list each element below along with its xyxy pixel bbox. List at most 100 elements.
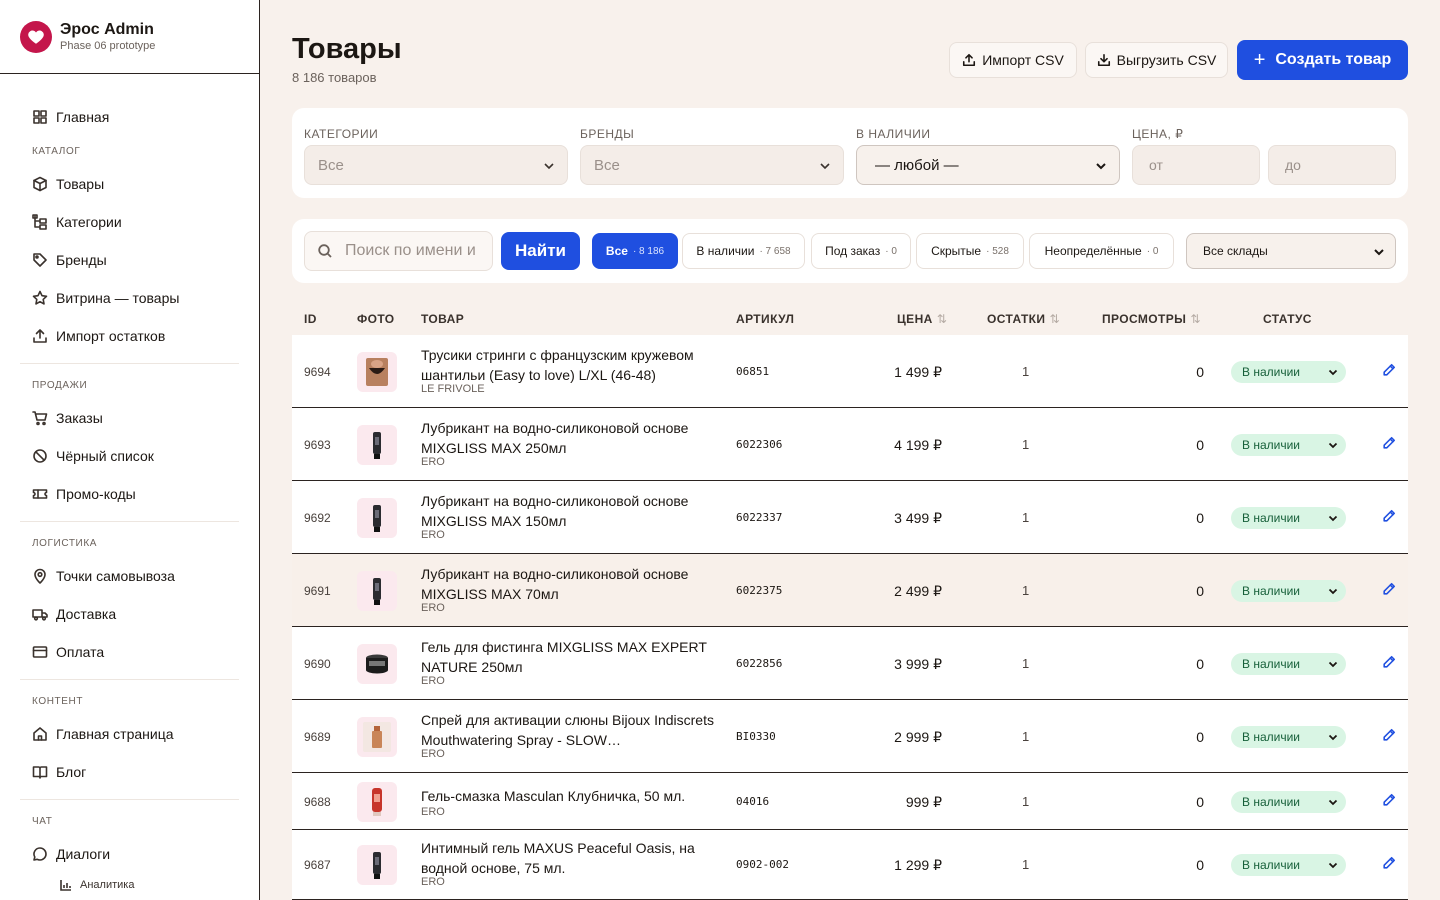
product-name[interactable]: Интимный гель MAXUS Peaceful Oasis, на в… bbox=[421, 838, 721, 878]
table-row[interactable]: 9691 Лубрикант на водно-силиконовой основ… bbox=[292, 554, 1408, 627]
status-select[interactable]: В наличии bbox=[1231, 433, 1346, 456]
table-row[interactable]: 9689 Спрей для активации слюны Bijoux Ind… bbox=[292, 700, 1408, 773]
sidebar-item-blacklist[interactable]: Чёрный список bbox=[20, 437, 239, 475]
categories-select[interactable]: Все bbox=[304, 145, 568, 185]
sidebar-item-products[interactable]: Товары bbox=[20, 165, 239, 203]
tab-in-stock[interactable]: В наличии · 7 658 bbox=[682, 233, 805, 269]
sidebar-item-promo[interactable]: Промо-коды bbox=[20, 475, 239, 513]
cart-icon bbox=[32, 411, 48, 426]
sidebar-item-label: Заказы bbox=[56, 410, 103, 426]
sidebar-item-delivery[interactable]: Доставка bbox=[20, 595, 239, 633]
price-from-input[interactable]: от bbox=[1132, 145, 1260, 185]
sidebar-item-dialogs[interactable]: Диалоги bbox=[20, 835, 239, 873]
product-name[interactable]: Гель-смазка Masculan Клубничка, 50 мл. bbox=[421, 786, 721, 806]
chevron-down-icon bbox=[1374, 249, 1384, 256]
status-value: В наличии bbox=[1242, 794, 1301, 809]
tab-on-order[interactable]: Под заказ · 0 bbox=[811, 233, 911, 269]
edit-product-button[interactable] bbox=[1382, 856, 1396, 870]
product-photo[interactable] bbox=[357, 497, 397, 538]
product-photo[interactable] bbox=[357, 643, 397, 684]
brands-select[interactable]: Все bbox=[580, 145, 844, 185]
sidebar-item-brands[interactable]: Бренды bbox=[20, 241, 239, 279]
product-photo[interactable] bbox=[357, 424, 397, 465]
sidebar: Эрос Admin Phase 06 prototype Главная КА… bbox=[0, 0, 260, 900]
col-price[interactable]: ЦЕНА ⇅ bbox=[897, 312, 947, 326]
product-stock: 1 bbox=[1022, 655, 1030, 671]
col-views-label: ПРОСМОТРЫ bbox=[1102, 312, 1187, 326]
sidebar-item-blog[interactable]: Блог bbox=[20, 753, 239, 791]
table-row[interactable]: 9690 Гель для фистинга MIXGLISS MAX EXPER… bbox=[292, 627, 1408, 700]
table-row[interactable]: 9692 Лубрикант на водно-силиконовой основ… bbox=[292, 481, 1408, 554]
ban-icon bbox=[33, 449, 47, 463]
product-photo[interactable] bbox=[357, 781, 397, 822]
export-csv-label: Выгрузить CSV bbox=[1116, 52, 1217, 68]
col-views[interactable]: ПРОСМОТРЫ ⇅ bbox=[1102, 312, 1201, 326]
status-select[interactable]: В наличии bbox=[1231, 360, 1346, 383]
col-stock[interactable]: ОСТАТКИ ⇅ bbox=[987, 312, 1060, 326]
product-sku: BI0330 bbox=[736, 729, 776, 743]
status-select[interactable]: В наличии bbox=[1231, 854, 1346, 876]
categories-select-value: Все bbox=[318, 156, 344, 174]
product-name[interactable]: Лубрикант на водно-силиконовой основе MI… bbox=[421, 418, 721, 458]
brand-subtitle: Phase 06 prototype bbox=[60, 39, 156, 52]
product-photo[interactable] bbox=[357, 570, 397, 611]
sidebar-subitem-analytics[interactable]: Аналитика bbox=[20, 873, 239, 897]
export-csv-button[interactable]: Выгрузить CSV bbox=[1085, 42, 1228, 78]
create-product-button[interactable]: + Создать товар bbox=[1237, 40, 1408, 80]
tab-undefined[interactable]: Неопределённые · 0 bbox=[1029, 233, 1174, 269]
product-name[interactable]: Гель для фистинга MIXGLISS MAX EXPERT NA… bbox=[421, 637, 721, 677]
sidebar-item-homepage[interactable]: Главная страница bbox=[20, 715, 239, 753]
status-select[interactable]: В наличии bbox=[1231, 725, 1346, 748]
stock-select-value: — любой — bbox=[875, 156, 959, 174]
edit-product-button[interactable] bbox=[1382, 793, 1396, 807]
product-name[interactable]: Лубрикант на водно-силиконовой основе MI… bbox=[421, 491, 721, 531]
status-select[interactable]: В наличии bbox=[1231, 579, 1346, 602]
status-select[interactable]: В наличии bbox=[1231, 506, 1346, 529]
edit-product-button[interactable] bbox=[1382, 728, 1396, 742]
tab-hidden[interactable]: Скрытые · 528 bbox=[916, 233, 1024, 269]
col-price-label: ЦЕНА bbox=[897, 312, 933, 326]
sidebar-item-orders[interactable]: Заказы bbox=[20, 399, 239, 437]
brand[interactable]: Эрос Admin Phase 06 prototype bbox=[0, 0, 259, 74]
product-views: 0 bbox=[1196, 582, 1204, 599]
product-id: 9689 bbox=[304, 729, 331, 744]
product-views: 0 bbox=[1196, 857, 1204, 873]
table-row[interactable]: 9693 Лубрикант на водно-силиконовой основ… bbox=[292, 408, 1408, 481]
pencil-icon bbox=[1383, 509, 1396, 522]
sidebar-item-showcase[interactable]: Витрина — товары bbox=[20, 279, 239, 317]
table-row[interactable]: 9687 Интимный гель MAXUS Peaceful Oasis, … bbox=[292, 830, 1408, 900]
product-id: 9688 bbox=[304, 794, 331, 809]
edit-product-button[interactable] bbox=[1382, 509, 1396, 523]
search-button[interactable]: Найти bbox=[501, 232, 580, 270]
product-photo[interactable] bbox=[357, 716, 397, 757]
import-csv-button[interactable]: Импорт CSV bbox=[949, 42, 1077, 78]
edit-product-button[interactable] bbox=[1382, 363, 1396, 377]
col-sku: АРТИКУЛ bbox=[736, 312, 795, 326]
product-photo[interactable] bbox=[357, 351, 397, 392]
product-name[interactable]: Лубрикант на водно-силиконовой основе MI… bbox=[421, 564, 721, 604]
status-select[interactable]: В наличии bbox=[1231, 652, 1346, 675]
dashboard-icon bbox=[33, 110, 47, 124]
sidebar-item-home[interactable]: Главная bbox=[20, 98, 239, 136]
table-row[interactable]: 9688 Гель-смазка Masculan Клубничка, 50 м… bbox=[292, 773, 1408, 830]
search-input[interactable]: Поиск по имени и bbox=[304, 231, 493, 271]
warehouse-select[interactable]: Все склады bbox=[1186, 233, 1396, 269]
product-name[interactable]: Спрей для активации слюны Bijoux Indiscr… bbox=[421, 710, 721, 750]
product-photo[interactable] bbox=[357, 845, 397, 885]
sidebar-item-stock-import[interactable]: Импорт остатков bbox=[20, 317, 239, 355]
edit-product-button[interactable] bbox=[1382, 582, 1396, 596]
status-select[interactable]: В наличии bbox=[1231, 790, 1346, 813]
edit-product-button[interactable] bbox=[1382, 436, 1396, 450]
stock-select[interactable]: — любой — bbox=[856, 145, 1120, 185]
price-to-input[interactable]: до bbox=[1268, 145, 1396, 185]
product-name[interactable]: Трусики стринги с французским кружевом ш… bbox=[421, 345, 721, 385]
sidebar-item-payment[interactable]: Оплата bbox=[20, 633, 239, 671]
table-row[interactable]: 9694 Трусики стринги с французским кружев… bbox=[292, 335, 1408, 408]
sidebar-item-pickup-points[interactable]: Точки самовывоза bbox=[20, 557, 239, 595]
edit-product-button[interactable] bbox=[1382, 655, 1396, 669]
sidebar-item-categories[interactable]: Категории bbox=[20, 203, 239, 241]
tab-all[interactable]: Все · 8 186 bbox=[592, 233, 678, 269]
product-views: 0 bbox=[1196, 728, 1204, 745]
product-stock: 1 bbox=[1022, 509, 1030, 525]
tab-label: Скрытые bbox=[931, 244, 982, 258]
